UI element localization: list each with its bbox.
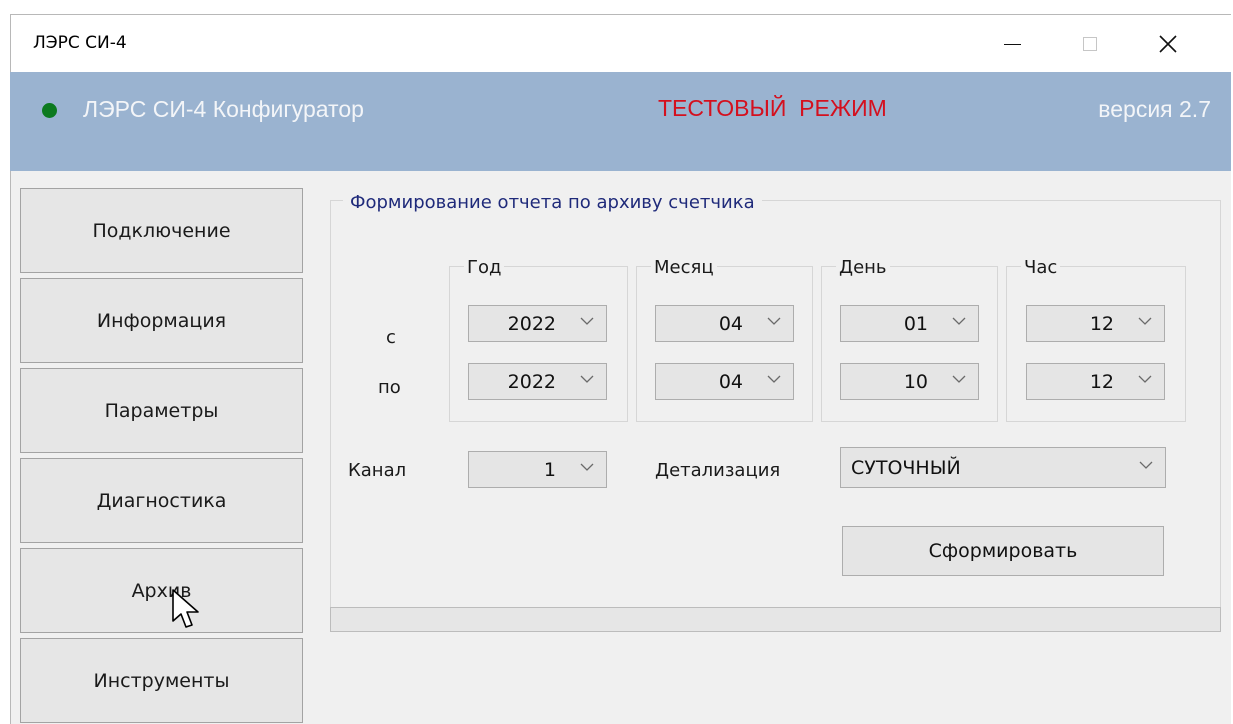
chevron-down-icon [952, 375, 966, 383]
generate-button[interactable]: Сформировать [842, 526, 1164, 576]
hour-from-value: 12 [1089, 313, 1114, 335]
month-from-select[interactable]: 04 [655, 305, 794, 342]
hour-from-select[interactable]: 12 [1026, 305, 1165, 342]
chevron-down-icon [767, 317, 781, 325]
report-title: Формирование отчета по архиву счетчика [343, 192, 762, 213]
close-icon [1159, 35, 1177, 53]
from-label: с [386, 327, 396, 348]
detail-value: СУТОЧНЫЙ [851, 457, 961, 479]
window-title: ЛЭРС СИ-4 [33, 33, 127, 53]
day-from-select[interactable]: 01 [840, 305, 979, 342]
nav-button-diagnostics[interactable]: Диагностика [20, 458, 303, 543]
day-to-select[interactable]: 10 [840, 363, 979, 400]
nav-button-label: Инструменты [93, 669, 230, 692]
nav-button-label: Диагностика [96, 489, 227, 512]
chevron-down-icon [580, 463, 594, 471]
nav-button-label: Подключение [92, 219, 231, 242]
month-to-value: 04 [718, 371, 743, 393]
chevron-down-icon [580, 375, 594, 383]
nav-button-label: Параметры [104, 399, 219, 422]
year-from-select[interactable]: 2022 [468, 305, 607, 342]
nav-button-info[interactable]: Информация [20, 278, 303, 363]
channel-label: Канал [348, 460, 407, 481]
nav-button-archive[interactable]: Архив [20, 548, 303, 633]
chevron-down-icon [767, 375, 781, 383]
year-to-value: 2022 [507, 371, 556, 393]
day-label: День [836, 257, 890, 278]
channel-select[interactable]: 1 [468, 451, 607, 488]
chevron-down-icon [1139, 461, 1153, 469]
year-label: Год [464, 257, 505, 278]
progress-bar [330, 607, 1221, 632]
month-from-value: 04 [718, 313, 743, 335]
test-mode-label: ТЕСТОВЫЙ РЕЖИМ [658, 95, 887, 121]
nav-button-parameters[interactable]: Параметры [20, 368, 303, 453]
app-name: ЛЭРС СИ-4 Конфигуратор [83, 96, 364, 122]
chevron-down-icon [952, 317, 966, 325]
nav-button-label: Информация [96, 309, 227, 332]
minimize-icon [1003, 43, 1021, 45]
chevron-down-icon [580, 317, 594, 325]
nav-button-tools[interactable]: Инструменты [20, 638, 303, 723]
title-bar: ЛЭРС СИ-4 [11, 15, 1231, 73]
day-to-value: 10 [903, 371, 928, 393]
status-led-icon [42, 103, 57, 118]
maximize-icon [1083, 37, 1097, 51]
mouse-cursor-icon [172, 589, 199, 628]
detail-select[interactable]: СУТОЧНЫЙ [840, 447, 1166, 488]
day-from-value: 01 [903, 313, 928, 335]
hour-to-value: 12 [1089, 371, 1114, 393]
hour-to-select[interactable]: 12 [1026, 363, 1165, 400]
year-to-select[interactable]: 2022 [468, 363, 607, 400]
version-label: версия 2.7 [1098, 96, 1211, 122]
maximize-button[interactable] [1051, 15, 1129, 73]
minimize-button[interactable] [973, 15, 1051, 73]
to-label: по [378, 377, 401, 398]
nav-button-connection[interactable]: Подключение [20, 188, 303, 273]
channel-value: 1 [543, 459, 556, 481]
year-from-value: 2022 [507, 313, 556, 335]
hour-label: Час [1021, 257, 1061, 278]
month-label: Месяц [651, 257, 717, 278]
generate-button-label: Сформировать [928, 540, 1078, 562]
chevron-down-icon [1138, 317, 1152, 325]
detail-label: Детализация [655, 460, 781, 481]
chevron-down-icon [1138, 375, 1152, 383]
close-button[interactable] [1129, 15, 1207, 73]
month-to-select[interactable]: 04 [655, 363, 794, 400]
